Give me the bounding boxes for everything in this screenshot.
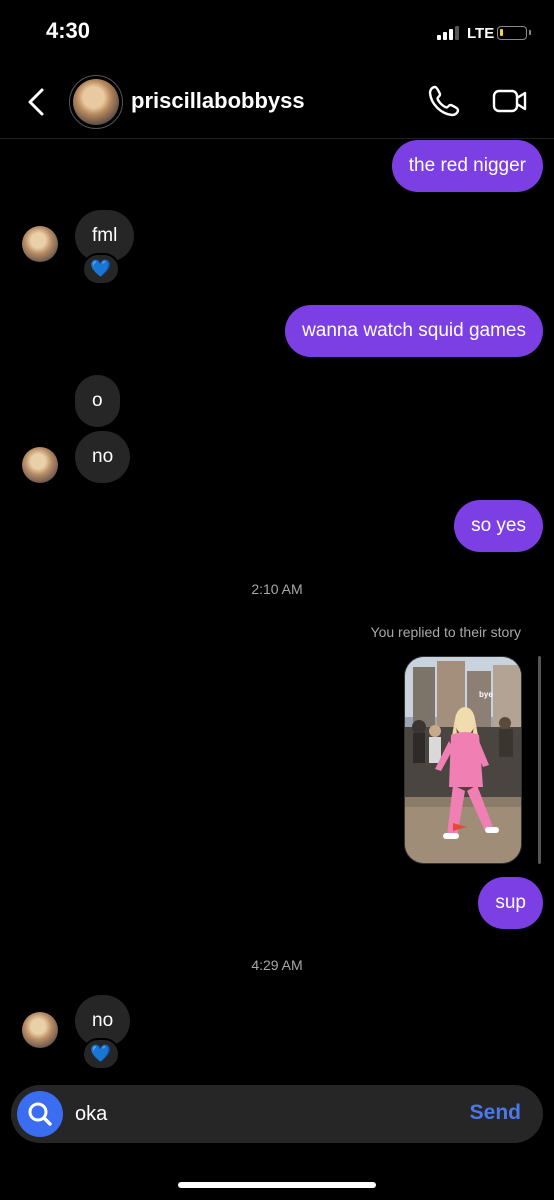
chat-username[interactable]: priscillabobbyss <box>131 88 305 114</box>
scroll-indicator <box>538 656 541 864</box>
home-indicator[interactable] <box>178 1182 376 1188</box>
status-time: 4:30 <box>46 18 91 43</box>
timestamp: 4:29 AM <box>251 957 303 973</box>
heart-reaction-icon[interactable]: 💙 <box>82 253 120 285</box>
search-camera-button[interactable] <box>17 1091 63 1137</box>
sent-message[interactable]: wanna watch squid games <box>285 305 543 357</box>
sent-message[interactable]: the red nigger <box>391 140 543 192</box>
received-message[interactable]: o <box>75 375 120 427</box>
story-photo: bye <box>405 657 521 863</box>
send-button[interactable]: Send <box>470 1101 521 1125</box>
received-message[interactable]: no <box>75 431 131 483</box>
video-call-icon[interactable] <box>492 84 528 118</box>
contact-avatar[interactable] <box>22 226 58 262</box>
sent-message[interactable]: so yes <box>454 500 543 552</box>
back-arrow-icon[interactable] <box>22 86 54 118</box>
contact-avatar[interactable] <box>22 1012 58 1048</box>
header-avatar[interactable] <box>69 75 123 129</box>
message-composer: Send <box>11 1085 543 1143</box>
network-type: LTE <box>467 25 495 42</box>
search-icon <box>28 1102 52 1126</box>
story-reply-note: You replied to their story <box>370 624 521 640</box>
cellular-signal-icon <box>437 26 459 40</box>
heart-reaction-icon[interactable]: 💙 <box>82 1038 120 1070</box>
battery-icon <box>497 26 531 40</box>
message-input[interactable] <box>75 1085 435 1143</box>
story-sticker-text: bye <box>479 690 493 699</box>
header-divider <box>0 138 554 139</box>
contact-avatar[interactable] <box>22 447 58 483</box>
phone-call-icon[interactable] <box>427 84 461 118</box>
timestamp: 2:10 AM <box>251 581 303 597</box>
story-preview-image[interactable]: bye <box>404 656 522 864</box>
sent-message[interactable]: sup <box>478 877 543 929</box>
